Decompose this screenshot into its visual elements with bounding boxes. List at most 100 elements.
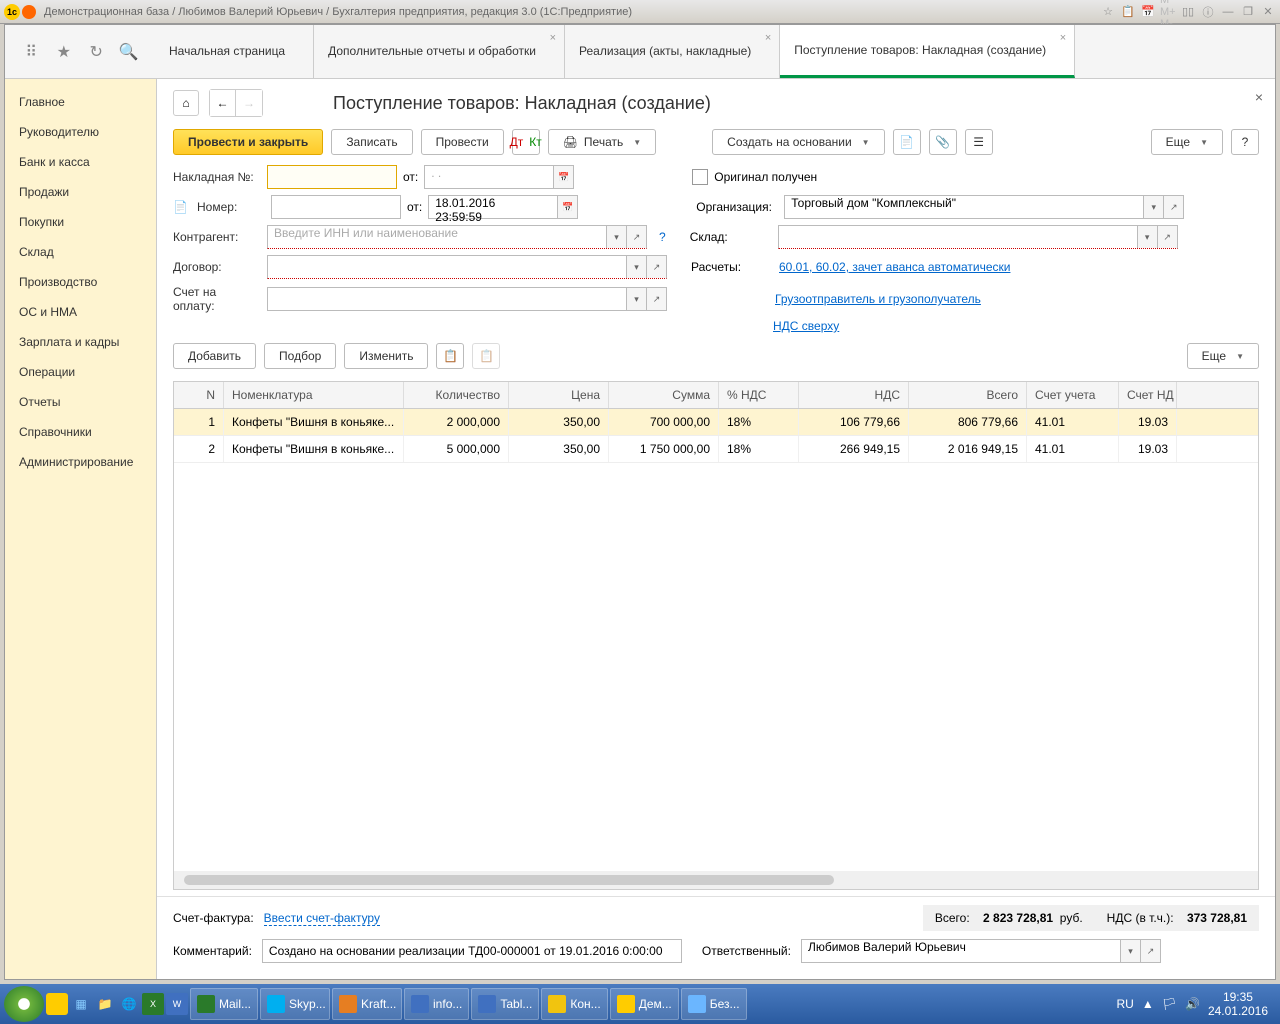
chevron-down-icon[interactable]: ▾ [1137,226,1157,248]
tool-icon[interactable]: 📋 [1120,4,1136,20]
payment-invoice-input[interactable]: ↗▾ [267,287,667,311]
contract-input[interactable]: ↗▾ [267,255,667,279]
contragent-input[interactable]: Введите ИНН или наименование↗▾ [267,225,647,249]
sidebar-item[interactable]: Покупки [5,207,156,237]
chevron-down-icon[interactable]: ▾ [1143,196,1163,218]
open-icon[interactable]: ↗ [646,288,666,310]
close-icon[interactable]: × [765,31,771,46]
table-row[interactable]: 1 Конфеты "Вишня в коньяке... 2 000,000 … [174,409,1258,436]
search-icon[interactable]: 🔍 [119,42,139,62]
tab-reports[interactable]: Дополнительные отчеты и обработки× [314,25,565,78]
clock-time[interactable]: 19:35 [1208,990,1268,1004]
close-icon[interactable]: × [550,31,556,46]
copy-icon[interactable]: 📋 [436,343,464,369]
warehouse-input[interactable]: ↗▾ [778,225,1178,249]
lang-indicator[interactable]: RU [1117,997,1134,1011]
original-checkbox[interactable] [692,169,708,185]
close-icon[interactable]: × [1060,31,1066,46]
edit-button[interactable]: Изменить [344,343,428,369]
shipper-link[interactable]: Грузоотправитель и грузополучатель [775,292,981,306]
sidebar-item[interactable]: ОС и НМА [5,297,156,327]
taskbar-button[interactable]: info... [404,988,469,1020]
taskbar-button[interactable]: Кон... [541,988,607,1020]
sidebar-item[interactable]: Администрирование [5,447,156,477]
open-icon[interactable]: ↗ [1163,196,1183,218]
help-icon[interactable]: ⓘ [1200,4,1216,20]
quick-launch-icon[interactable]: 🌐 [118,993,140,1015]
dt-kt-button[interactable]: ДтКт [512,129,540,155]
sidebar-item[interactable]: Производство [5,267,156,297]
quick-launch-icon[interactable] [46,993,68,1015]
invoice-input[interactable] [267,165,397,189]
history-icon[interactable]: ↻ [86,42,106,62]
sidebar-item[interactable]: Справочники [5,417,156,447]
taskbar-button[interactable]: Mail... [190,988,258,1020]
minimize-icon[interactable]: — [1220,4,1236,20]
grid-icon[interactable]: ⠿ [21,42,41,62]
forward-button[interactable]: → [236,90,262,116]
tab-start[interactable]: Начальная страница [155,25,314,78]
horizontal-scrollbar[interactable] [174,871,1258,889]
open-icon[interactable]: ↗ [1157,226,1177,248]
org-input[interactable]: Торговый дом "Комплексный"↗▾ [784,195,1184,219]
tool-icon[interactable]: 📅 [1140,4,1156,20]
close-icon[interactable]: × [1255,89,1263,105]
save-button[interactable]: Записать [331,129,412,155]
open-icon[interactable]: ↗ [626,226,646,248]
quick-launch-icon[interactable]: X [142,993,164,1015]
tray-icon[interactable]: ▲ [1142,997,1154,1011]
dropdown-icon[interactable] [22,5,36,19]
home-button[interactable]: ⌂ [173,90,199,116]
sidebar-item[interactable]: Банк и касса [5,147,156,177]
taskbar-button[interactable]: Без... [681,988,747,1020]
add-button[interactable]: Добавить [173,343,256,369]
sf-link[interactable]: Ввести счет-фактуру [264,911,380,926]
sidebar-item[interactable]: Продажи [5,177,156,207]
open-icon[interactable]: ↗ [1140,940,1160,962]
star-icon[interactable]: ★ [54,42,74,62]
tool-icon[interactable]: ☆ [1100,4,1116,20]
print-button[interactable]: 🖨 Печать▼ [548,129,656,155]
sidebar-item[interactable]: Операции [5,357,156,387]
more-button[interactable]: Еще▼ [1187,343,1259,369]
taskbar-button[interactable]: Skyp... [260,988,330,1020]
chevron-down-icon[interactable]: ▾ [606,226,626,248]
taskbar-button[interactable]: Kraft... [332,988,402,1020]
calendar-icon[interactable]: 📅 [557,196,577,218]
date-input[interactable]: 18.01.2016 23:59:59📅 [428,195,578,219]
sidebar-item[interactable]: Склад [5,237,156,267]
chevron-down-icon[interactable]: ▾ [626,288,646,310]
sidebar-item[interactable]: Зарплата и кадры [5,327,156,357]
start-button[interactable] [4,986,44,1022]
post-close-button[interactable]: Провести и закрыть [173,129,323,155]
attach-icon[interactable]: 📎 [929,129,957,155]
clock-date[interactable]: 24.01.2016 [1208,1004,1268,1018]
quick-launch-icon[interactable]: ▦ [70,993,92,1015]
tray-icon[interactable]: 🏳 [1162,997,1177,1011]
sidebar-item[interactable]: Главное [5,87,156,117]
sound-icon[interactable]: 🔊 [1185,997,1200,1011]
quick-launch-icon[interactable]: 📁 [94,993,116,1015]
create-based-button[interactable]: Создать на основании▼ [712,129,884,155]
back-button[interactable]: ← [210,90,236,116]
paste-icon[interactable]: 📋 [472,343,500,369]
tab-receipt[interactable]: Поступление товаров: Накладная (создание… [780,25,1075,78]
taskbar-button[interactable]: Tabl... [471,988,539,1020]
comment-input[interactable] [262,939,682,963]
help-button[interactable]: ? [1231,129,1259,155]
open-icon[interactable]: ↗ [646,256,666,278]
panel-icon[interactable]: ▯▯ [1180,4,1196,20]
close-icon[interactable]: ✕ [1260,4,1276,20]
list-icon[interactable]: ☰ [965,129,993,155]
more-button[interactable]: Еще▼ [1151,129,1223,155]
sidebar-item[interactable]: Руководителю [5,117,156,147]
settlements-link[interactable]: 60.01, 60.02, зачет аванса автоматически [779,260,1010,274]
tool-icon[interactable]: M M+ M- [1160,4,1176,20]
table-row[interactable]: 2 Конфеты "Вишня в коньяке... 5 000,000 … [174,436,1258,463]
invoice-date-input[interactable]: . .📅 [424,165,574,189]
maximize-icon[interactable]: ❐ [1240,4,1256,20]
vat-link[interactable]: НДС сверху [773,319,839,333]
sidebar-item[interactable]: Отчеты [5,387,156,417]
chevron-down-icon[interactable]: ▾ [1120,940,1140,962]
taskbar-button[interactable]: Дем... [610,988,679,1020]
